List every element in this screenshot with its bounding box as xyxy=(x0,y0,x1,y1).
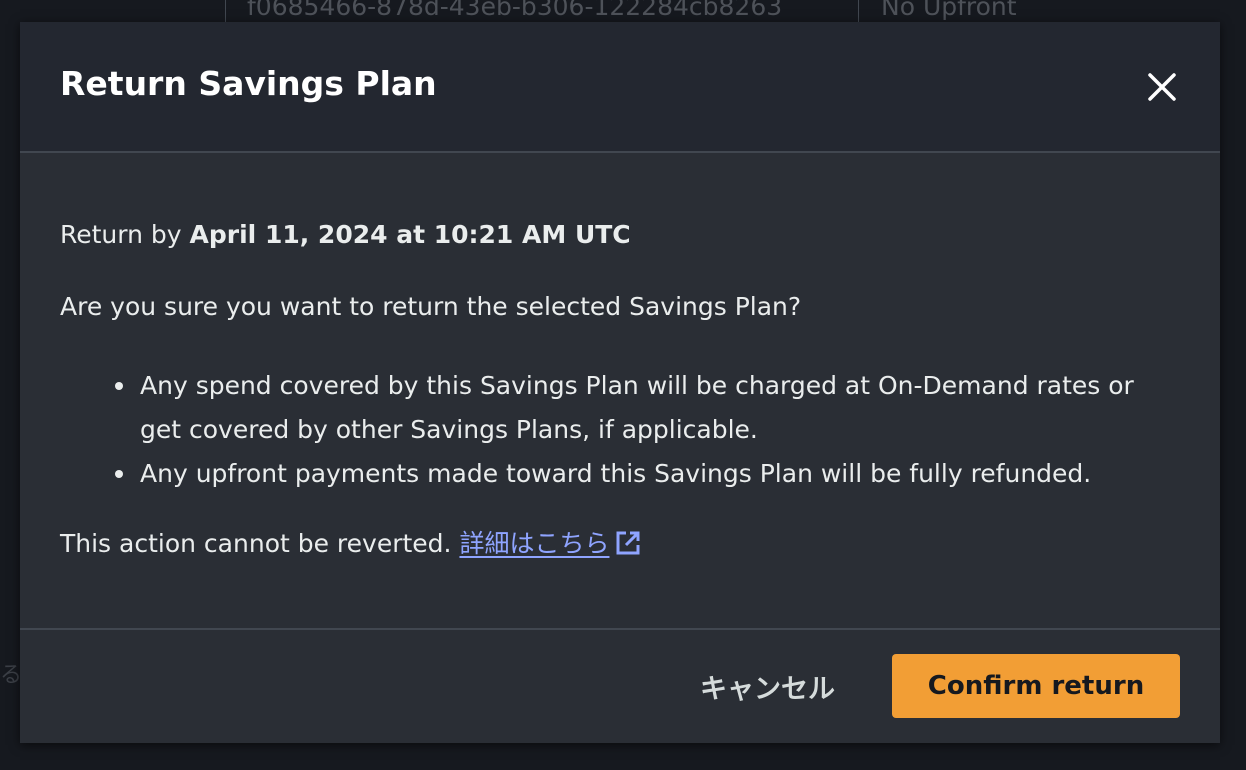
modal-header: Return Savings Plan xyxy=(20,22,1220,153)
modal-title: Return Savings Plan xyxy=(60,64,437,103)
savings-plan-id-cell: f0685466-878d-43eb-b306-122284cb8263 xyxy=(247,0,783,21)
background-text-fragment: る xyxy=(0,663,20,688)
return-savings-plan-modal: Return Savings Plan Return by April 11, … xyxy=(20,22,1220,743)
irreversible-warning: This action cannot be reverted. 詳細はこちら xyxy=(60,524,641,560)
confirmation-question: Are you sure you want to return the sele… xyxy=(60,292,802,321)
irreversible-text: This action cannot be reverted. xyxy=(60,529,460,558)
list-item: Any spend covered by this Savings Plan w… xyxy=(115,364,1240,452)
list-item-line: get covered by other Savings Plans, if a… xyxy=(140,415,758,444)
return-by-prefix: Return by xyxy=(60,220,190,249)
confirm-return-button[interactable]: Confirm return xyxy=(892,654,1180,718)
close-button[interactable] xyxy=(1137,66,1185,114)
table-divider xyxy=(225,0,226,22)
table-divider xyxy=(858,0,859,22)
background-table-row: f0685466-878d-43eb-b306-122284cb8263 No … xyxy=(225,0,1246,22)
list-item-line: Any spend covered by this Savings Plan w… xyxy=(140,371,1134,400)
payment-option-cell: No Upfront xyxy=(881,0,1017,21)
external-link-icon xyxy=(616,531,640,555)
modal-footer: キャンセル Confirm return xyxy=(20,628,1220,743)
return-by-date: April 11, 2024 at 10:21 AM UTC xyxy=(189,220,631,249)
learn-more-link[interactable]: 詳細はこちら xyxy=(459,529,641,558)
learn-more-label: 詳細はこちら xyxy=(459,529,610,558)
close-icon xyxy=(1148,73,1176,101)
list-item: Any upfront payments made toward this Sa… xyxy=(115,452,1240,496)
list-item-line: Any upfront payments made toward this Sa… xyxy=(140,459,1092,488)
consequences-list: Any spend covered by this Savings Plan w… xyxy=(60,364,1240,496)
return-by-text: Return by April 11, 2024 at 10:21 AM UTC xyxy=(60,220,631,249)
cancel-button[interactable]: キャンセル xyxy=(700,666,835,706)
